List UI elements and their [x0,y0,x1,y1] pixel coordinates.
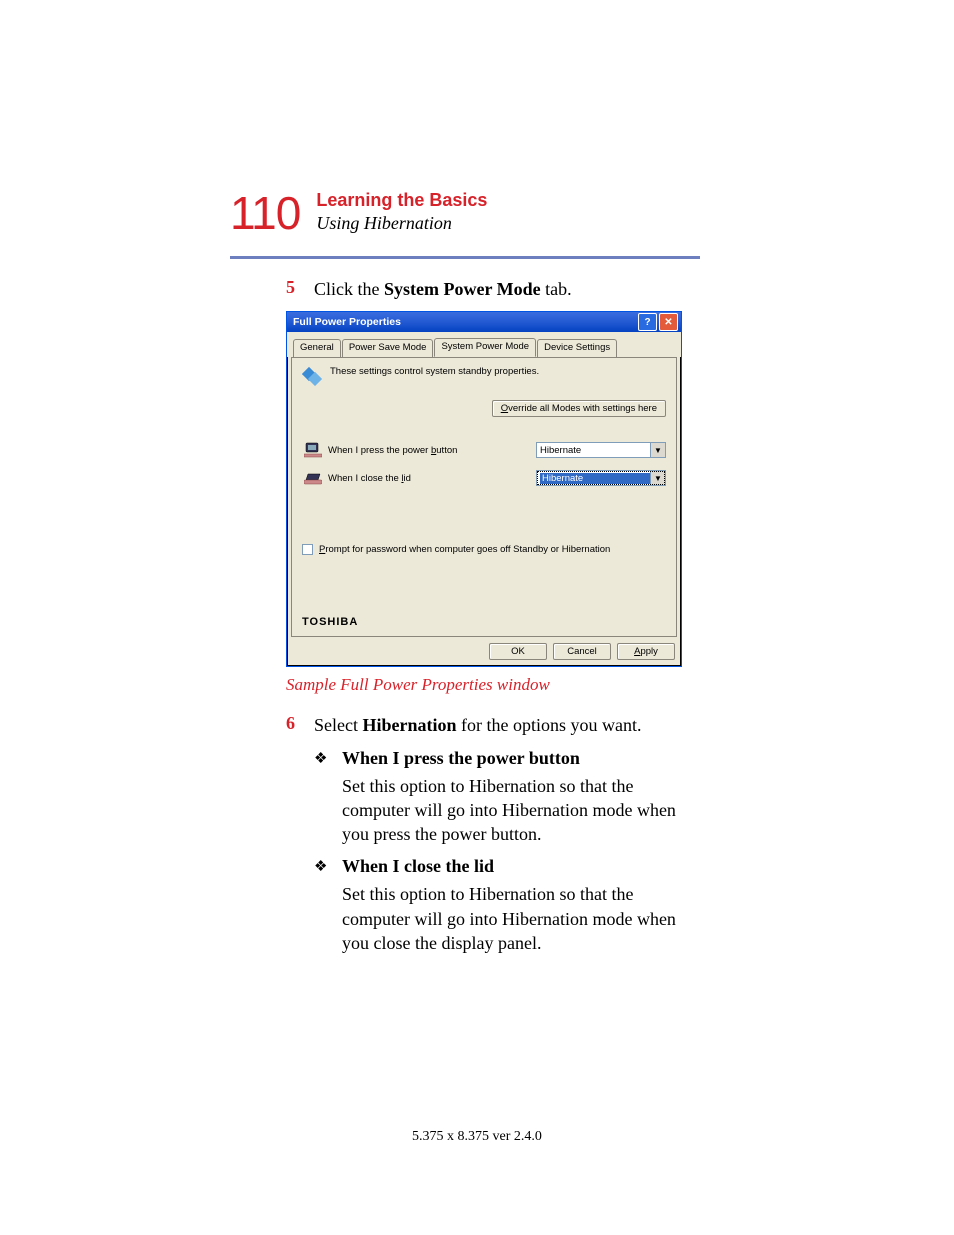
row-label: When I close the lid [324,473,536,484]
text-bold: System Power Mode [384,279,541,299]
ok-button[interactable]: OK [489,643,547,660]
header-rule [230,256,700,259]
laptop-icon [302,471,324,485]
button-row: OK Cancel Apply [287,643,681,666]
tab-system-power-mode[interactable]: System Power Mode [434,338,536,357]
footer-text: 5.375 x 8.375 ver 2.4.0 [0,1129,954,1145]
step-text: Click the System Power Mode tab. [314,277,700,301]
monitor-icon [302,442,324,458]
dropdown-power-button[interactable]: Hibernate ▼ [536,442,666,458]
checkbox-label: Prompt for password when computer goes o… [319,544,610,555]
text: for the options you want. [457,715,642,735]
chevron-down-icon: ▼ [650,443,665,457]
dropdown-value: Hibernate [540,473,650,484]
dropdown-value: Hibernate [540,445,650,456]
row-close-lid: When I close the lid Hibernate ▼ [302,470,666,486]
bullet-symbol: ❖ [314,856,342,878]
bullet-heading: When I press the power button [342,748,580,770]
brand-label: TOSHIBA [302,616,358,628]
step-number: 6 [286,713,314,737]
apply-button[interactable]: Apply [617,643,675,660]
dropdown-close-lid[interactable]: Hibernate ▼ [536,470,666,486]
bullet-power-button: ❖ When I press the power button [314,748,700,770]
cancel-button[interactable]: Cancel [553,643,611,660]
tab-pane: These settings control system standby pr… [291,357,677,637]
section-title: Using Hibernation [316,213,487,234]
step-text: Select Hibernation for the options you w… [314,713,700,737]
close-button[interactable]: ✕ [659,313,678,331]
bullet-close-lid: ❖ When I close the lid [314,856,700,878]
bullet-body: Set this option to Hibernation so that t… [342,882,700,955]
text: Click the [314,279,384,299]
step-6: 6 Select Hibernation for the options you… [286,713,700,737]
tab-device-settings[interactable]: Device Settings [537,339,617,358]
figure-caption: Sample Full Power Properties window [286,675,700,695]
tab-general[interactable]: General [293,339,341,358]
chevron-down-icon: ▼ [650,471,665,485]
row-label: When I press the power button [324,445,536,456]
dialog-titlebar: Full Power Properties ? ✕ [287,312,681,332]
checkbox-prompt-password[interactable]: Prompt for password when computer goes o… [302,544,666,555]
info-text: These settings control system standby pr… [330,366,539,377]
tab-strip: General Power Save Mode System Power Mod… [287,332,681,357]
dialog-full-power-properties: Full Power Properties ? ✕ General Power … [286,311,682,667]
step-number: 5 [286,277,314,301]
bullet-body: Set this option to Hibernation so that t… [342,774,700,847]
text: Select [314,715,362,735]
text: tab. [541,279,572,299]
tab-power-save-mode[interactable]: Power Save Mode [342,339,434,358]
page-number: 110 [230,190,300,236]
text-bold: Hibernation [362,715,456,735]
checkbox-box[interactable] [302,544,313,555]
bullet-heading: When I close the lid [342,856,494,878]
dialog-title: Full Power Properties [293,316,401,328]
step-5: 5 Click the System Power Mode tab. [286,277,700,301]
row-power-button: When I press the power button Hibernate … [302,442,666,458]
chapter-title: Learning the Basics [316,190,487,211]
settings-icon [302,366,322,386]
override-button[interactable]: Override all Modes with settings here [492,400,666,417]
help-button[interactable]: ? [638,313,657,331]
bullet-symbol: ❖ [314,748,342,770]
